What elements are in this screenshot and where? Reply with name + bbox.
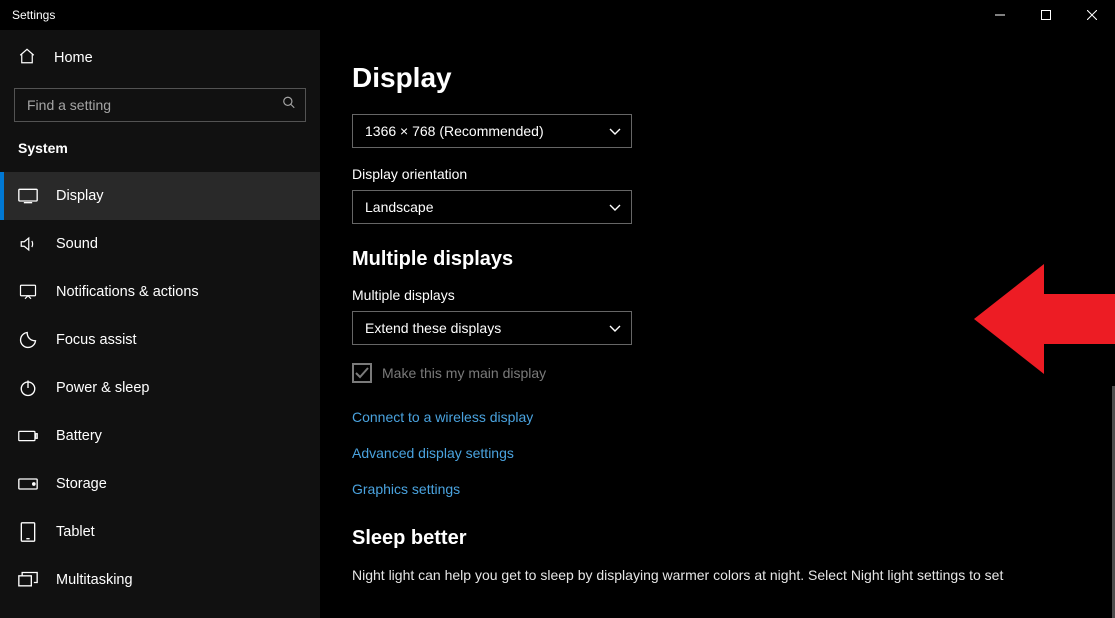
sidebar-item-tablet[interactable]: Tablet	[0, 508, 320, 556]
display-icon	[18, 186, 38, 206]
sound-icon	[18, 234, 38, 254]
sidebar-item-label: Storage	[56, 476, 107, 492]
minimize-button[interactable]	[977, 0, 1023, 30]
multitasking-icon	[18, 570, 38, 590]
sidebar-item-label: Tablet	[56, 524, 95, 540]
connect-wireless-link[interactable]: Connect to a wireless display	[352, 409, 1115, 425]
sidebar-item-battery[interactable]: Battery	[0, 412, 320, 460]
close-button[interactable]	[1069, 0, 1115, 30]
multiple-displays-label: Multiple displays	[352, 287, 1115, 303]
graphics-settings-link[interactable]: Graphics settings	[352, 481, 1115, 497]
power-icon	[18, 378, 38, 398]
sidebar-item-label: Sound	[56, 236, 98, 252]
sidebar-section-heading: System	[0, 140, 320, 156]
window-title: Settings	[12, 8, 55, 22]
multiple-displays-dropdown[interactable]: Extend these displays	[352, 311, 632, 345]
multiple-displays-heading: Multiple displays	[352, 248, 1115, 271]
battery-icon	[18, 426, 38, 446]
advanced-display-link[interactable]: Advanced display settings	[352, 445, 1115, 461]
sidebar-item-label: Battery	[56, 428, 102, 444]
search-icon	[282, 96, 296, 115]
multiple-displays-value: Extend these displays	[365, 320, 501, 336]
sidebar-item-label: Display	[56, 188, 104, 204]
resolution-dropdown[interactable]: 1366 × 768 (Recommended)	[352, 114, 632, 148]
main-display-checkbox-label: Make this my main display	[382, 365, 546, 381]
window-controls	[977, 0, 1115, 30]
sidebar-item-power-sleep[interactable]: Power & sleep	[0, 364, 320, 412]
tablet-icon	[18, 522, 38, 542]
main-display-checkbox[interactable]: Make this my main display	[352, 363, 1115, 383]
sidebar-item-notifications[interactable]: Notifications & actions	[0, 268, 320, 316]
annotation-arrow	[974, 264, 1115, 379]
storage-icon	[18, 474, 38, 494]
main-content: Display 1366 × 768 (Recommended) Display…	[320, 30, 1115, 618]
sidebar-item-storage[interactable]: Storage	[0, 460, 320, 508]
sidebar-nav: Display Sound Notifications & actions Fo…	[0, 172, 320, 604]
titlebar: Settings	[0, 0, 1115, 30]
sidebar-item-display[interactable]: Display	[0, 172, 320, 220]
sleep-better-text: Night light can help you get to sleep by…	[352, 566, 1072, 586]
sidebar-item-focus-assist[interactable]: Focus assist	[0, 316, 320, 364]
sleep-better-heading: Sleep better	[352, 527, 1115, 550]
page-title: Display	[352, 62, 1115, 94]
sidebar-item-sound[interactable]: Sound	[0, 220, 320, 268]
sidebar-item-multitasking[interactable]: Multitasking	[0, 556, 320, 604]
checkbox-icon	[352, 363, 372, 383]
maximize-button[interactable]	[1023, 0, 1069, 30]
orientation-value: Landscape	[365, 199, 434, 215]
sidebar-item-label: Multitasking	[56, 572, 133, 588]
chevron-down-icon	[609, 123, 621, 139]
sidebar-item-label: Power & sleep	[56, 380, 150, 396]
resolution-value: 1366 × 768 (Recommended)	[365, 123, 544, 139]
chevron-down-icon	[609, 320, 621, 336]
sidebar-item-label: Notifications & actions	[56, 284, 199, 300]
home-button[interactable]: Home	[0, 38, 320, 78]
home-label: Home	[54, 50, 93, 66]
chevron-down-icon	[609, 199, 621, 215]
focus-assist-icon	[18, 330, 38, 350]
search-wrap	[14, 88, 306, 122]
orientation-dropdown[interactable]: Landscape	[352, 190, 632, 224]
home-icon	[18, 47, 36, 70]
sidebar-item-label: Focus assist	[56, 332, 137, 348]
search-input[interactable]	[14, 88, 306, 122]
sidebar: Home System Display Sound	[0, 30, 320, 618]
orientation-label: Display orientation	[352, 166, 1115, 182]
notifications-icon	[18, 282, 38, 302]
